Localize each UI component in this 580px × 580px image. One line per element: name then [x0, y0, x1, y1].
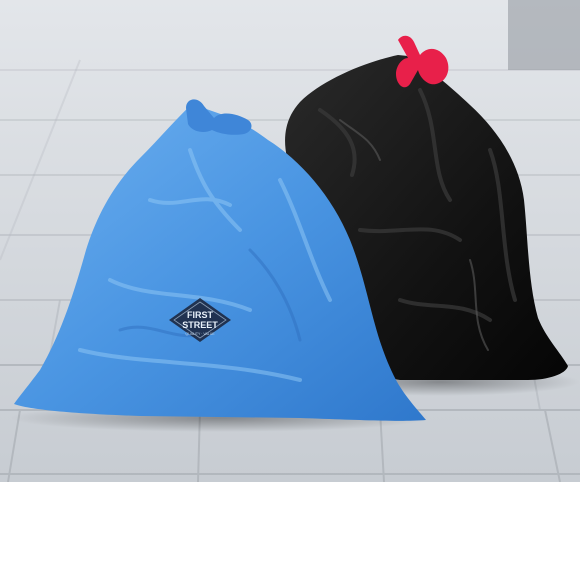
photo-scene: FIRST STREET QUALITY · VALUE: [0, 0, 580, 580]
background-object: [508, 0, 580, 70]
logo-tagline: QUALITY · VALUE: [185, 332, 215, 336]
logo-line2: STREET: [182, 320, 218, 330]
logo-line1: FIRST: [187, 310, 214, 320]
trash-bags-photo: FIRST STREET QUALITY · VALUE: [0, 0, 580, 482]
bottom-white-area: [0, 482, 580, 580]
